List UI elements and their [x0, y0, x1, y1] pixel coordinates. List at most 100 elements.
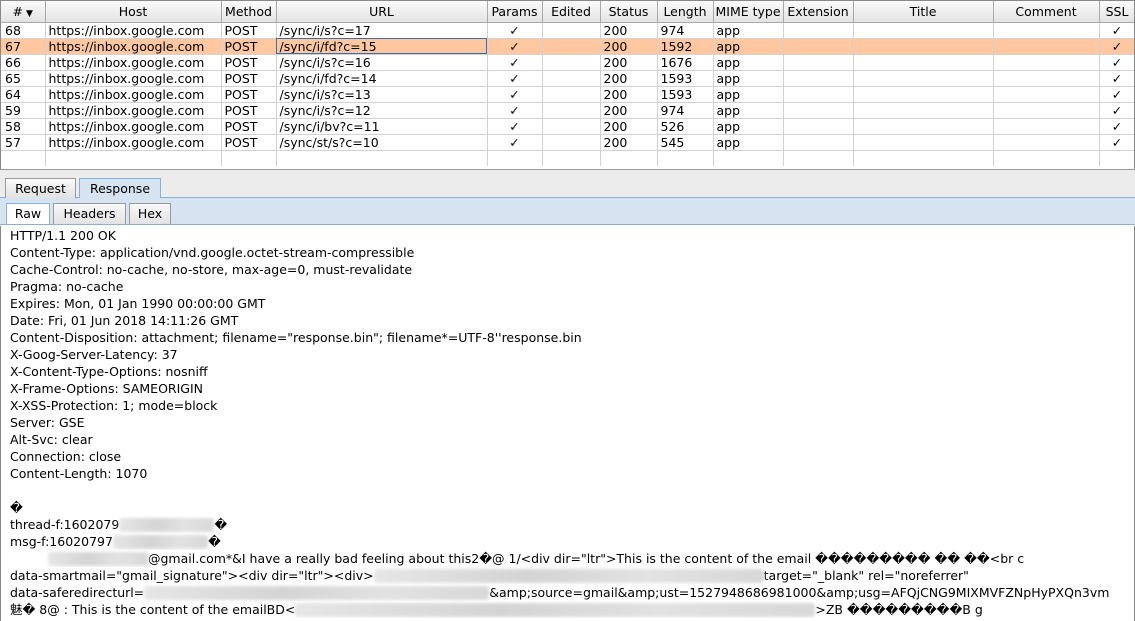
cell-host: https://inbox.google.com [45, 134, 222, 151]
cell-extension [783, 54, 854, 71]
col-header-length[interactable]: Length [657, 1, 714, 23]
cell-mime-type: app [713, 118, 784, 135]
cell-method: POST [221, 134, 277, 151]
table-row[interactable]: 66 https://inbox.google.com POST/sync/i/s?… [1, 54, 1134, 71]
cell-length: 545 [657, 134, 714, 151]
cell-params: ✓ [487, 102, 543, 119]
response-line: Content-Disposition: attachment; filenam… [10, 330, 582, 345]
tab-headers[interactable]: Headers [53, 203, 126, 224]
cell-length: 1593 [657, 70, 714, 87]
cell-ssl: ✓ [1099, 70, 1134, 87]
col-header-mime-type[interactable]: MIME type [713, 1, 784, 23]
cell-length: 526 [657, 118, 714, 135]
cell-ssl: ✓ [1099, 134, 1134, 151]
col-header-host[interactable]: Host [45, 1, 222, 23]
cell-params: ✓ [487, 70, 543, 87]
cell-number: 66 [1, 54, 46, 71]
cell-extension [783, 86, 854, 103]
response-line: Cache-Control: no-cache, no-store, max-a… [10, 262, 413, 277]
cell-status: 200 [600, 118, 658, 135]
raw-response-editor[interactable]: HTTP/1.1 200 OK Content-Type: application… [0, 226, 1135, 621]
table-row[interactable]: 59 https://inbox.google.com POST/sync/i/s?… [1, 102, 1134, 119]
cell-ssl: ✓ [1099, 102, 1134, 119]
cell-method: POST [221, 70, 277, 87]
response-body-line: @gmail.com*&I have a really bad feeling … [10, 550, 1134, 567]
history-grid: # ▼ Host Method URL Params Edited Status … [1, 1, 1134, 166]
cell-edited [542, 118, 601, 135]
cell-length: 1593 [657, 86, 714, 103]
cell-url: /sync/i/fd?c=15 [276, 38, 488, 55]
cell-comment [993, 118, 1100, 135]
pane-splitter[interactable] [0, 170, 1135, 178]
col-header-params[interactable]: Params [487, 1, 543, 23]
cell-ssl: ✓ [1099, 86, 1134, 103]
cell-params: ✓ [487, 22, 543, 39]
cell-mime-type: app [713, 54, 784, 71]
redacted-blur [48, 552, 148, 566]
tab-response[interactable]: Response [79, 178, 161, 198]
cell-number: 58 [1, 118, 46, 135]
tab-request[interactable]: Request [5, 178, 76, 198]
cell-edited [542, 54, 601, 71]
cell-params: ✓ [487, 118, 543, 135]
table-row[interactable]: 57 https://inbox.google.com POST/sync/st/s… [1, 134, 1134, 151]
cell-title [853, 70, 994, 87]
col-header-comment[interactable]: Comment [993, 1, 1100, 23]
cell-mime-type: app [713, 86, 784, 103]
table-row[interactable]: 65 https://inbox.google.com POST/sync/i/fd… [1, 70, 1134, 87]
cell-number: 67 [1, 38, 46, 55]
cell-number: 65 [1, 70, 46, 87]
cell-extension [783, 38, 854, 55]
cell-edited [542, 102, 601, 119]
col-header-extension[interactable]: Extension [783, 1, 854, 23]
cell-edited [542, 86, 601, 103]
response-line: X-XSS-Protection: 1; mode=block [10, 398, 218, 413]
col-header-edited[interactable]: Edited [542, 1, 601, 23]
col-header-status[interactable]: Status [600, 1, 658, 23]
cell-mime-type: app [713, 70, 784, 87]
cell-comment [993, 38, 1100, 55]
cell-title [853, 22, 994, 39]
response-line: Expires: Mon, 01 Jan 1990 00:00:00 GMT [10, 296, 266, 311]
proxy-history-table[interactable]: # ▼ Host Method URL Params Edited Status … [0, 0, 1135, 170]
tab-raw[interactable]: Raw [6, 203, 50, 224]
cell-params: ✓ [487, 134, 543, 151]
response-line: Pragma: no-cache [10, 279, 124, 294]
col-header-title[interactable]: Title [853, 1, 994, 23]
cell-host: https://inbox.google.com [45, 118, 222, 135]
table-row[interactable]: 68 https://inbox.google.com POST/sync/i/s?… [1, 22, 1134, 39]
cell-edited [542, 22, 601, 39]
sort-descending-icon[interactable]: ▼ [26, 9, 33, 19]
cell-extension [783, 134, 854, 151]
cell-method: POST [221, 102, 277, 119]
history-header-row: # ▼ Host Method URL Params Edited Status … [1, 1, 1134, 23]
cell-url: /sync/i/fd?c=14 [276, 70, 488, 87]
response-line: Content-Length: 1070 [10, 466, 148, 481]
response-body-line: data-saferedirecturl= &amp;source=gmail&a… [10, 585, 1110, 600]
table-row[interactable]: 58 https://inbox.google.com POST/sync/i/bv… [1, 118, 1134, 135]
table-row[interactable]: 67 https://inbox.google.com POST/sync/i/fd… [1, 38, 1134, 55]
response-line: Connection: close [10, 449, 122, 464]
cell-ssl: ✓ [1099, 22, 1134, 39]
response-body-line: msg-f:16020797 � [10, 534, 221, 549]
cell-ssl: ✓ [1099, 38, 1134, 55]
cell-comment [993, 22, 1100, 39]
cell-title [853, 38, 994, 55]
col-header-ssl[interactable]: SSL [1099, 1, 1134, 23]
table-row[interactable]: 64 https://inbox.google.com POST/sync/i/s?… [1, 86, 1134, 103]
cell-host: https://inbox.google.com [45, 22, 222, 39]
cell-mime-type: app [713, 134, 784, 151]
cell-comment [993, 86, 1100, 103]
cell-host: https://inbox.google.com [45, 38, 222, 55]
cell-title [853, 86, 994, 103]
response-header-lines: HTTP/1.1 200 OK Content-Type: application… [10, 227, 1134, 516]
cell-method: POST [221, 54, 277, 71]
col-header-method[interactable]: Method [221, 1, 277, 23]
cell-method: POST [221, 38, 277, 55]
tab-hex[interactable]: Hex [129, 203, 171, 224]
col-header-url[interactable]: URL [276, 1, 488, 23]
col-header-number[interactable]: # ▼ [1, 1, 46, 23]
cell-extension [783, 102, 854, 119]
response-body-line: thread-f:1602079 � [10, 517, 228, 532]
cell-status: 200 [600, 134, 658, 151]
